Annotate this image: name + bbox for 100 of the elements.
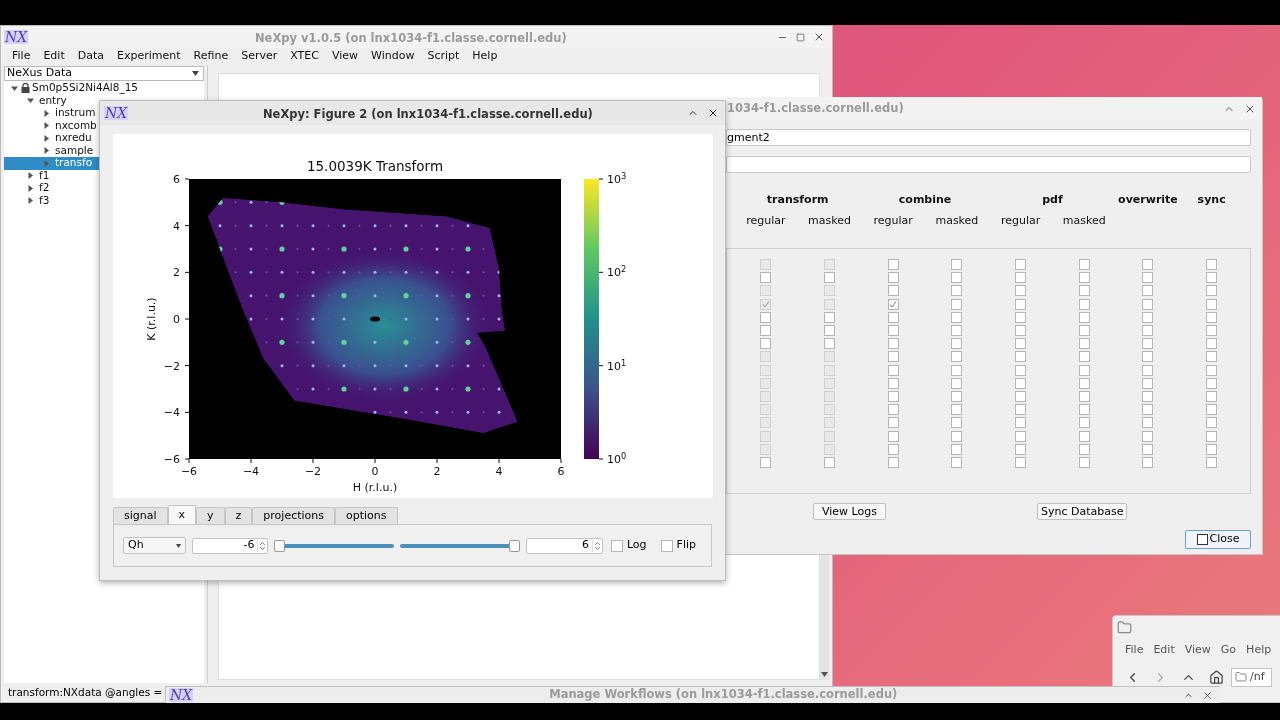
checkbox[interactable] [1206, 417, 1218, 429]
checkbox[interactable] [1078, 351, 1090, 363]
checkbox[interactable] [951, 377, 963, 389]
checkbox[interactable] [1078, 404, 1090, 416]
checkbox[interactable] [1206, 404, 1218, 416]
checkbox[interactable] [951, 259, 963, 271]
close-icon[interactable] [1202, 689, 1213, 701]
stepper-icon[interactable] [591, 539, 601, 552]
collapsed-arrow-icon[interactable] [43, 122, 50, 130]
checkbox[interactable] [887, 272, 899, 284]
menu-item[interactable]: Refine [193, 48, 229, 65]
close-button[interactable]: Close [1185, 530, 1251, 549]
checkbox[interactable] [1206, 325, 1218, 337]
checkbox[interactable] [1078, 325, 1090, 337]
checkbox[interactable] [824, 456, 836, 468]
checkbox[interactable] [824, 338, 836, 350]
checkbox[interactable] [887, 377, 899, 389]
checkbox[interactable] [1206, 338, 1218, 350]
checkbox[interactable] [887, 298, 899, 310]
checkbox[interactable] [1015, 259, 1027, 271]
checkbox[interactable] [1142, 404, 1154, 416]
tree-item[interactable]: Sm0p5Si2Ni4Al8_15 [4, 82, 139, 95]
slider-thumb[interactable] [509, 539, 521, 552]
checkbox[interactable] [887, 417, 899, 429]
checkbox[interactable] [1078, 390, 1090, 402]
close-icon[interactable] [707, 107, 719, 119]
checkbox[interactable] [1206, 259, 1218, 271]
checkbox[interactable] [1142, 259, 1154, 271]
checkbox[interactable] [1078, 417, 1090, 429]
tree-item[interactable]: f1 [4, 169, 50, 182]
checkbox[interactable] [887, 430, 899, 442]
checkbox[interactable] [1142, 390, 1154, 402]
expanded-arrow-icon[interactable] [11, 84, 18, 92]
menu-item[interactable]: Script [427, 48, 460, 65]
checkbox[interactable] [1078, 338, 1090, 350]
view-logs-button[interactable]: View Logs [813, 503, 886, 520]
checkbox[interactable] [1206, 311, 1218, 323]
sync-database-button[interactable]: Sync Database [1037, 503, 1128, 520]
checkbox[interactable] [1206, 430, 1218, 442]
checkbox[interactable] [1015, 364, 1027, 376]
checkbox[interactable] [1206, 390, 1218, 402]
checkbox[interactable] [760, 338, 772, 350]
menu-item[interactable]: Window [371, 48, 415, 65]
axis-dropdown[interactable]: Qh [123, 537, 186, 554]
menu-item[interactable]: Edit [1153, 642, 1175, 659]
checkbox[interactable] [1206, 285, 1218, 297]
collapsed-arrow-icon[interactable] [27, 184, 34, 192]
close-icon[interactable] [813, 31, 825, 43]
checkbox[interactable] [1142, 325, 1154, 337]
collapsed-arrow-icon[interactable] [43, 147, 50, 155]
collapsed-arrow-icon[interactable] [27, 197, 34, 205]
tab[interactable]: signal [113, 507, 168, 524]
checkbox[interactable] [1078, 272, 1090, 284]
checkbox[interactable] [1015, 390, 1027, 402]
checkbox[interactable] [951, 298, 963, 310]
menu-item[interactable]: View [1184, 642, 1211, 659]
expanded-arrow-icon[interactable] [27, 97, 34, 105]
checkbox[interactable] [1015, 377, 1027, 389]
tree-dropdown[interactable]: NeXus Data [4, 66, 204, 81]
checkbox[interactable] [1015, 285, 1027, 297]
checkbox[interactable] [951, 390, 963, 402]
checkbox[interactable] [610, 539, 623, 552]
range-slider[interactable] [274, 539, 395, 552]
checkbox[interactable] [951, 443, 963, 455]
text-field[interactable] [726, 156, 1251, 173]
checkbox[interactable] [1078, 456, 1090, 468]
checkbox[interactable] [951, 338, 963, 350]
path-field[interactable]: /nf [1231, 667, 1272, 687]
checkbox[interactable] [951, 325, 963, 337]
checkbox[interactable] [1015, 298, 1027, 310]
checkbox[interactable] [1206, 351, 1218, 363]
checkbox[interactable] [1015, 430, 1027, 442]
tab[interactable]: x [167, 505, 197, 524]
checkbox[interactable] [887, 311, 899, 323]
checkbox[interactable] [951, 351, 963, 363]
checkbox[interactable] [1206, 298, 1218, 310]
tree-item[interactable]: sample [4, 144, 94, 157]
tab[interactable]: projections [252, 507, 336, 524]
home-icon[interactable] [1209, 669, 1224, 685]
checkbox[interactable] [887, 285, 899, 297]
checkbox[interactable] [951, 311, 963, 323]
tree-item[interactable]: f2 [4, 182, 50, 195]
checkbox[interactable] [1078, 430, 1090, 442]
menu-item[interactable]: XTEC [290, 48, 319, 65]
range-slider[interactable] [400, 539, 521, 552]
menu-item[interactable]: Help [1246, 642, 1272, 659]
checkbox[interactable] [1078, 285, 1090, 297]
menu-item[interactable]: Server [241, 48, 278, 65]
checkbox[interactable] [1015, 272, 1027, 284]
checkbox[interactable] [1142, 311, 1154, 323]
checkbox[interactable] [1142, 417, 1154, 429]
checkbox[interactable] [1206, 364, 1218, 376]
checkbox[interactable] [1015, 338, 1027, 350]
checkbox[interactable] [1078, 311, 1090, 323]
checkbox[interactable] [1142, 443, 1154, 455]
collapsed-arrow-icon[interactable] [43, 134, 50, 142]
checkbox[interactable] [1142, 456, 1154, 468]
checkbox[interactable] [1206, 456, 1218, 468]
checkbox[interactable] [887, 351, 899, 363]
checkbox[interactable] [951, 272, 963, 284]
